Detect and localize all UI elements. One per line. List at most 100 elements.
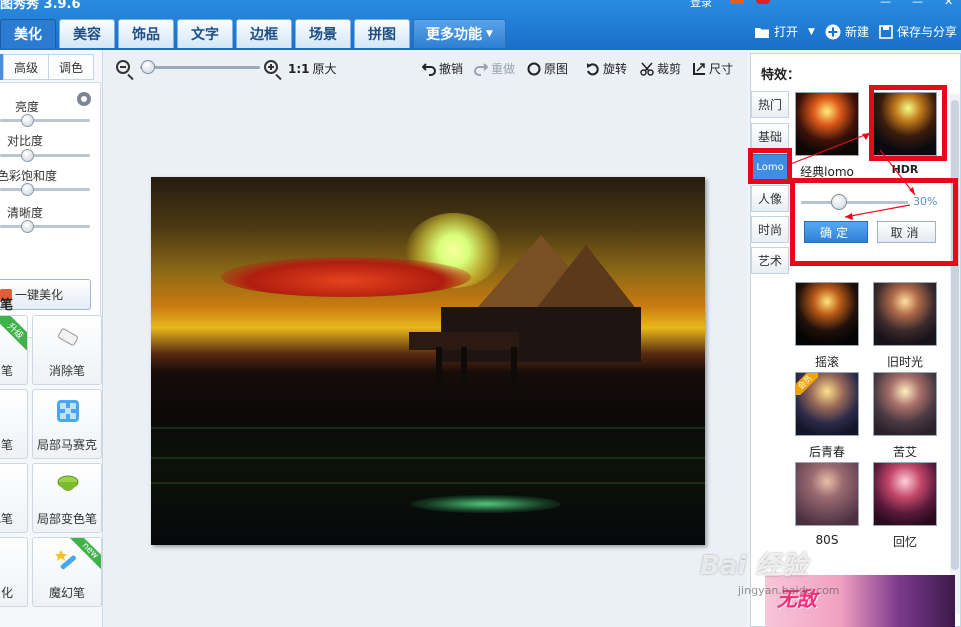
advertisement-banner[interactable]: 无敌 [765,575,955,627]
effect-rock[interactable] [795,282,859,346]
original-label: 原图 [544,62,569,76]
more-features-label: 更多功能 [426,27,482,43]
new-button[interactable]: 新建 [825,23,869,40]
zoom-in-icon[interactable] [264,60,278,74]
effects-scrollbar-thumb[interactable] [951,100,959,570]
menu-icon[interactable]: — [880,0,891,8]
size-button[interactable]: 尺寸 [692,60,733,77]
color-brush-tool[interactable]: 色笔 [0,463,28,533]
sharpness-slider-knob[interactable] [21,220,34,233]
login-link[interactable]: 登录 [690,0,712,10]
mosaic-brush-label: 局部马赛克 [36,438,97,452]
tab-text[interactable]: 文字 [177,19,233,48]
category-fashion[interactable]: 时尚 [751,216,789,243]
eraser-brush-tool[interactable]: 消除笔 [32,315,102,385]
category-basic[interactable]: 基础 [751,123,789,150]
photo-water-line [151,457,705,459]
tab-beautify[interactable]: 美化 [0,19,56,48]
magic-brush-label: 魔幻笔 [48,586,85,600]
photo-water-line [151,427,705,429]
minimize-icon[interactable]: — [912,0,923,8]
category-art[interactable]: 艺术 [751,247,789,274]
effect-memory[interactable] [873,462,937,526]
left-adjust-panel: 高级 调色 亮度 对比度 色彩饱和度 清晰度 一键美化 笔 升级 笔 消除笔 笔… [0,50,103,627]
mascot-icon[interactable] [730,0,744,4]
local-recolor-brush-tool[interactable]: 局部变色笔 [32,463,102,533]
category-portrait[interactable]: 人像 [751,185,789,212]
contrast-label: 对比度 [7,134,44,148]
effect-old-times[interactable] [873,282,937,346]
brush-tool-3[interactable]: 笔 [0,389,28,459]
effect-classic-lomo-label: 经典lomo [800,165,854,179]
close-icon[interactable]: ✕ [944,0,953,8]
strength-slider-knob[interactable] [830,194,847,210]
eraser-brush-label: 消除笔 [48,364,85,378]
save-share-label: 保存与分享 [896,25,957,39]
sharpness-slider[interactable] [0,225,90,228]
edited-photo[interactable] [151,177,705,545]
tab-more-features[interactable]: 更多功能 ▼ [413,19,506,48]
tab-border[interactable]: 边框 [236,19,292,48]
open-label: 打开 [774,25,799,39]
saturation-slider-knob[interactable] [21,183,34,196]
effect-hdr[interactable] [873,92,937,156]
tab-accessories[interactable]: 饰品 [118,19,174,48]
mosaic-icon [57,400,79,422]
circle-icon [527,62,541,75]
cancel-button[interactable]: 取消 [877,221,936,243]
magic-brush-tool[interactable]: new 魔幻笔 [32,537,102,607]
effects-panel: 特效： 热门 基础 Lomo 人像 时尚 艺术 经典lomo HDR 30% 确… [750,53,961,627]
effect-80s[interactable] [795,462,859,526]
zoom-slider-knob[interactable] [141,60,155,74]
effect-absinthe[interactable] [873,372,937,436]
effect-classic-lomo[interactable] [795,92,859,156]
actual-size-button[interactable]: 1:1 原大 [288,60,337,77]
brush-tool-7[interactable]: 化 [0,537,28,607]
original-image-button[interactable]: 原图 [527,60,568,77]
eraser-icon [57,328,79,346]
new-label: 新建 [844,25,869,39]
weibo-icon[interactable] [756,0,770,4]
brush-tool-1[interactable]: 升级 笔 [0,315,28,385]
open-button[interactable]: 打开 ▼ [754,23,815,40]
brush-tool-3-label: 笔 [0,438,13,452]
crop-button[interactable]: 裁剪 [640,60,681,77]
zoom-slider[interactable] [140,66,260,69]
category-lomo[interactable]: Lomo [751,154,789,181]
brush-section-title: 笔 [0,298,14,313]
sharpness-label: 清晰度 [7,206,44,220]
strength-slider[interactable] [801,201,908,204]
confirm-button[interactable]: 确定 [804,221,868,243]
tab-beauty[interactable]: 美容 [59,19,115,48]
one-click-beautify-button[interactable]: 一键美化 [0,279,91,310]
subtab-advanced[interactable]: 高级 [3,54,49,80]
local-recolor-brush-label: 局部变色笔 [36,512,97,526]
contrast-slider[interactable] [0,154,90,157]
contrast-slider-knob[interactable] [21,149,34,162]
photo-hut-roof-2 [531,245,641,315]
tab-collage[interactable]: 拼图 [354,19,410,48]
undo-label: 撤销 [439,62,464,76]
brightness-slider[interactable] [0,119,90,122]
effects-scrollbar[interactable] [950,94,960,614]
effect-youth[interactable]: 会员 [795,372,859,436]
undo-button[interactable]: 撤销 [422,60,463,77]
effect-hdr-label: HDR [891,163,919,176]
category-hot[interactable]: 热门 [751,91,789,118]
saturation-slider[interactable] [0,188,90,191]
recolor-bucket-icon [57,475,79,491]
rotate-button[interactable]: 旋转 [586,60,627,77]
top-bar: 图秀秀 3.9.6 登录 — — ✕ 美化 美容 饰品 文字 边框 场景 拼图 … [0,0,961,50]
save-share-button[interactable]: 保存与分享 [879,23,957,40]
watermark-url: jingyan.baidu.com [738,584,840,597]
brightness-slider-knob[interactable] [21,114,34,127]
photo-post [461,347,467,392]
reset-icon[interactable] [77,92,91,106]
subtab-color[interactable]: 调色 [48,54,94,80]
chevron-down-icon[interactable]: ▼ [808,27,815,37]
tab-scene[interactable]: 场景 [295,19,351,48]
redo-button[interactable]: 重做 [474,60,515,77]
mosaic-brush-tool[interactable]: 局部马赛克 [32,389,102,459]
zoom-out-icon[interactable] [116,60,130,74]
folder-icon [755,27,770,38]
